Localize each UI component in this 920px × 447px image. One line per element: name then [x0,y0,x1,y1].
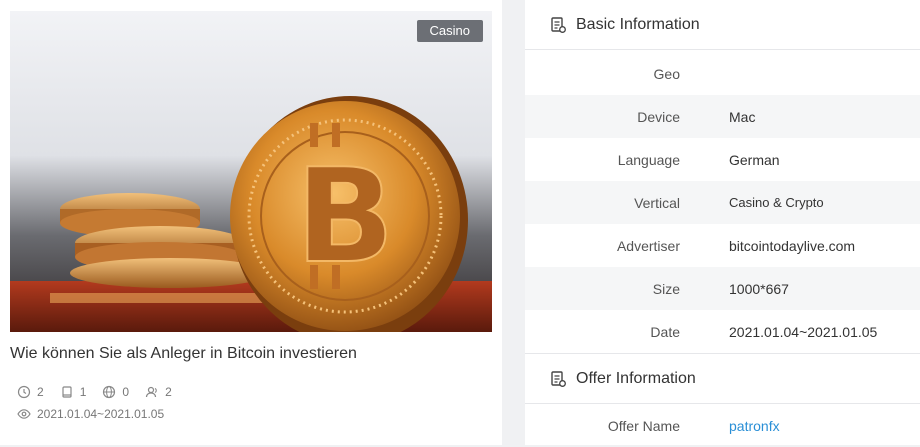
row-value: German [729,151,780,168]
stat-geo-value: 0 [122,385,130,399]
eye-icon [17,407,31,421]
book-icon [60,385,74,399]
stat-geo: 0 [102,385,129,399]
offer-name-link[interactable]: patronfx [729,418,780,434]
row-geo: Geo [525,52,920,95]
stat-time: 2 [17,385,44,399]
row-value: 2021.01.04~2021.01.05 [729,323,878,340]
stat-users: 2 [145,385,172,399]
stat-time-value: 2 [37,385,44,399]
document-icon [549,16,567,34]
offer-info-title: Offer Information [576,369,696,387]
basic-info-title: Basic Information [576,15,700,33]
row-label: Size [652,280,680,297]
stat-users-value: 2 [165,385,172,399]
row-value: 1000*667 [729,280,789,297]
globe-icon [102,385,116,399]
row-value: Casino & Crypto [729,195,824,210]
ad-date: 2021.01.04~2021.01.05 [17,407,164,421]
ad-stats: 2 1 0 2 [17,385,188,399]
row-language: Language German [525,138,920,181]
row-label: Geo [653,65,680,82]
document-icon [549,370,567,388]
ad-card: B Casino Wie können Sie als Anleger in B… [0,0,502,445]
row-offer-name: Offer Name patronfx [525,404,920,447]
ad-title[interactable]: Wie können Sie als Anleger in Bitcoin in… [10,345,357,363]
stat-pages: 1 [60,385,87,399]
ad-image[interactable]: B Casino [10,11,492,332]
row-label: Date [650,323,680,340]
row-date: Date 2021.01.04~2021.01.05 [525,310,920,353]
row-size: Size 1000*667 [525,267,920,310]
category-badge: Casino [416,20,483,42]
row-device: Device Mac [525,95,920,138]
info-panel: Basic Information Geo Device Mac Languag… [525,0,920,445]
row-vertical: Vertical Casino & Crypto [525,181,920,224]
row-label: Language [617,151,680,168]
clock-icon [17,385,31,399]
row-label: Device [637,108,680,125]
bitcoin-image: B [10,11,492,332]
ad-date-value: 2021.01.04~2021.01.05 [37,407,165,421]
row-label: Advertiser [616,237,680,254]
row-value: Mac [729,108,756,125]
basic-info-header: Basic Information [525,0,920,50]
row-label: Offer Name [607,417,680,434]
offer-info-header: Offer Information [525,353,920,404]
row-label: Vertical [634,194,680,211]
stat-pages-value: 1 [79,385,87,399]
users-icon [145,385,159,399]
row-advertiser: Advertiser bitcointodaylive.com [525,224,920,267]
row-value: bitcointodaylive.com [729,237,856,254]
